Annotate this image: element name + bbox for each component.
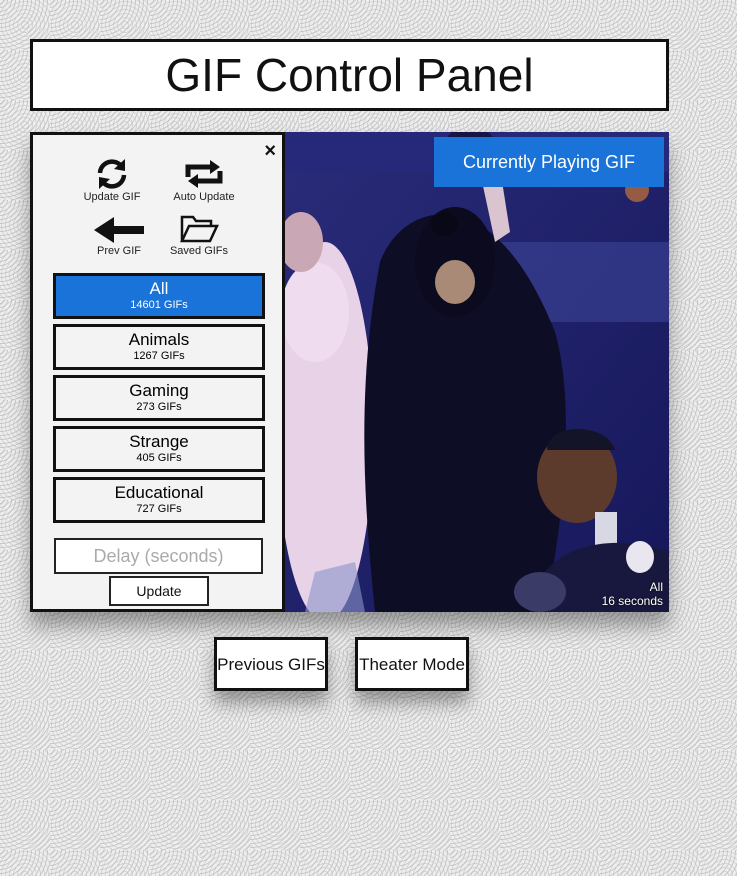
control-panel: × Update GIF Auto Update Prev GIF Saved … — [30, 132, 669, 612]
delay-input[interactable] — [54, 538, 263, 574]
theater-mode-button[interactable]: Theater Mode — [355, 637, 469, 691]
category-count: 1267 GIFs — [133, 350, 185, 362]
gif-image — [285, 132, 669, 612]
category-name: Animals — [128, 330, 190, 349]
auto-update-label: Auto Update — [173, 191, 235, 203]
previous-gifs-button[interactable]: Previous GIFs — [214, 637, 328, 691]
page-title-text: GIF Control Panel — [165, 49, 534, 101]
theater-mode-label: Theater Mode — [359, 654, 465, 674]
category-name: Strange — [129, 432, 189, 451]
gif-caption: All 16 seconds — [602, 580, 663, 608]
prev-gif-label: Prev GIF — [96, 245, 141, 257]
category-count: 405 GIFs — [136, 452, 182, 464]
category-animals[interactable]: Animals 1267 GIFs — [53, 324, 265, 370]
category-count: 14601 GIFs — [130, 299, 188, 311]
folder-open-icon — [180, 215, 219, 243]
gif-category: All — [649, 580, 663, 594]
page-title: GIF Control Panel — [30, 39, 669, 111]
category-educational[interactable]: Educational 727 GIFs — [53, 477, 265, 523]
saved-gifs-label: Saved GIFs — [169, 245, 229, 257]
saved-gifs-button[interactable]: Saved GIFs — [168, 213, 230, 257]
category-name: Gaming — [129, 381, 189, 400]
category-count: 727 GIFs — [136, 503, 182, 515]
update-button[interactable]: Update — [109, 576, 209, 606]
currently-playing-badge: Currently Playing GIF — [434, 137, 664, 187]
update-gif-button[interactable]: Update GIF — [78, 157, 146, 203]
previous-gifs-label: Previous GIFs — [217, 654, 325, 674]
category-strange[interactable]: Strange 405 GIFs — [53, 426, 265, 472]
auto-update-button[interactable]: Auto Update — [166, 157, 242, 203]
refresh-icon — [97, 159, 127, 189]
currently-playing-label: Currently Playing GIF — [462, 151, 636, 172]
prev-gif-button[interactable]: Prev GIF — [91, 215, 147, 257]
update-gif-label: Update GIF — [83, 191, 141, 203]
close-icon[interactable]: × — [264, 141, 276, 161]
category-all[interactable]: All 14601 GIFs — [53, 273, 265, 319]
sidebar: × Update GIF Auto Update Prev GIF Saved … — [30, 132, 285, 612]
repeat-icon — [185, 160, 223, 188]
category-gaming[interactable]: Gaming 273 GIFs — [53, 375, 265, 421]
category-name: Educational — [114, 483, 204, 502]
category-count: 273 GIFs — [136, 401, 182, 413]
arrow-left-icon — [94, 217, 144, 243]
category-name: All — [149, 279, 169, 298]
gif-duration: 16 seconds — [601, 594, 663, 608]
gif-viewer: Currently Playing GIF All 16 seconds — [285, 132, 669, 612]
